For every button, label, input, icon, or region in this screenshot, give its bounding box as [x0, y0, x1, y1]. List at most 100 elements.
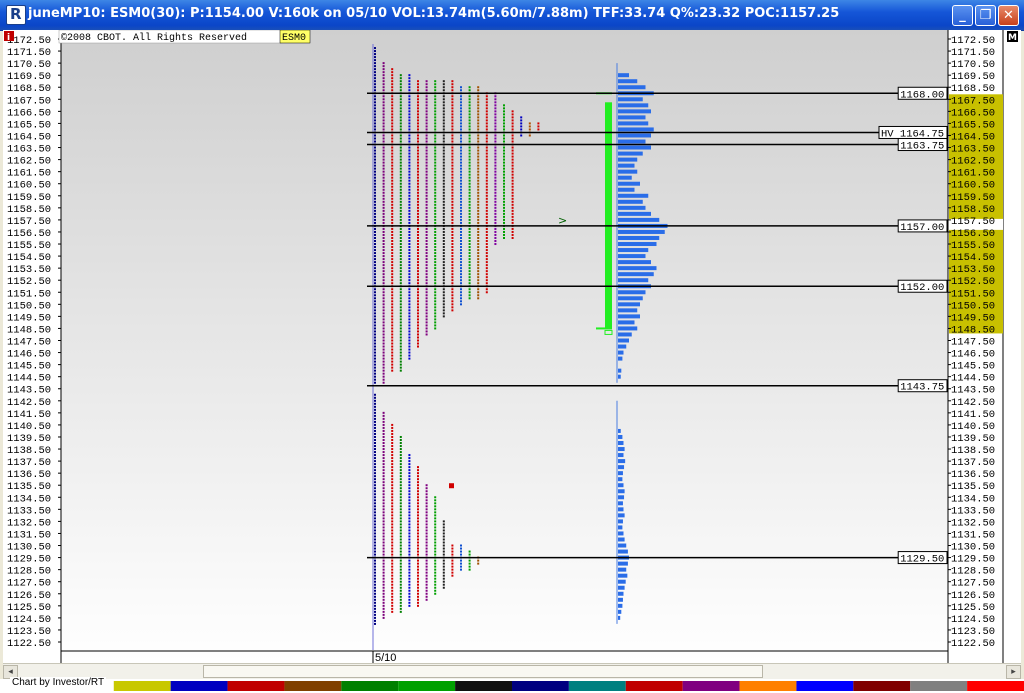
tpo-dot-upper	[451, 288, 454, 291]
tpo-dot-upper	[382, 134, 385, 137]
market-profile-chart[interactable]: 1172.501171.501170.501169.501168.501167.…	[3, 30, 1021, 663]
volume-bar-upper	[618, 169, 638, 174]
scroll-right-icon[interactable]: ▸	[1006, 665, 1021, 679]
tpo-dot-upper	[408, 89, 411, 92]
tpo-dot-upper	[460, 243, 462, 246]
app-logo-icon[interactable]	[6, 5, 26, 25]
tpo-dot-lower	[391, 523, 394, 526]
horizontal-scrollbar[interactable]: ◂ ▸	[3, 663, 1021, 680]
volume-bar-lower	[618, 519, 623, 524]
tpo-dot-upper	[391, 167, 394, 170]
tpo-dot-upper	[520, 116, 523, 119]
tpo-dot-upper	[468, 264, 471, 267]
tpo-dot-lower	[382, 529, 385, 532]
volume-bar-lower	[618, 495, 625, 500]
tpo-dot-upper	[382, 65, 385, 68]
tpo-dot-lower	[391, 529, 394, 532]
tpo-dot-lower	[374, 538, 376, 541]
tpo-dot-upper	[408, 128, 411, 131]
tpo-dot-upper	[382, 327, 385, 330]
tpo-dot-upper	[503, 203, 505, 206]
tpo-dot-upper	[460, 119, 462, 122]
tpo-dot-upper	[485, 233, 488, 236]
tpo-dot-upper	[468, 146, 471, 149]
tpo-dot-upper	[477, 243, 480, 246]
tpo-dot-upper	[399, 128, 402, 131]
tpo-dot-upper	[399, 74, 402, 77]
tpo-dot-upper	[425, 282, 428, 285]
tpo-dot-upper	[374, 324, 376, 327]
tpo-dot-upper	[417, 128, 419, 131]
tpo-dot-upper	[408, 321, 411, 324]
tpo-dot-lower	[451, 559, 454, 562]
tpo-dot-upper	[434, 170, 437, 173]
tpo-dot-lower	[391, 577, 394, 580]
tpo-dot-upper	[494, 197, 497, 200]
tpo-dot-upper	[485, 267, 488, 270]
tpo-dot-upper	[408, 74, 411, 77]
tpo-dot-upper	[391, 89, 394, 92]
tpo-dot-upper	[391, 348, 394, 351]
tpo-dot-upper	[451, 161, 454, 164]
tpo-dot-upper	[442, 125, 445, 128]
tpo-dot-lower	[408, 520, 411, 523]
tpo-dot-upper	[382, 191, 385, 194]
level-label: 1168.00	[900, 89, 944, 101]
tpo-dot-upper	[485, 243, 488, 246]
tpo-dot-upper	[442, 146, 445, 149]
tpo-dot-upper	[451, 246, 454, 249]
tpo-dot-upper	[468, 86, 471, 89]
tpo-dot-upper	[511, 221, 514, 224]
tpo-dot-upper	[468, 119, 471, 122]
tpo-dot-lower	[434, 562, 437, 565]
tpo-dot-upper	[382, 176, 385, 179]
tpo-dot-upper	[485, 128, 488, 131]
tpo-dot-upper	[451, 303, 454, 306]
tpo-dot-upper	[399, 107, 402, 110]
tpo-dot-upper	[374, 98, 376, 101]
tpo-dot-upper	[399, 360, 402, 363]
volume-bar-upper	[618, 157, 638, 162]
tpo-dot-upper	[417, 161, 419, 164]
tpo-dot-upper	[477, 279, 480, 282]
volume-bar-upper	[618, 115, 646, 120]
tpo-dot-upper	[417, 327, 419, 330]
tpo-dot-upper	[417, 212, 419, 215]
tpo-dot-lower	[417, 481, 419, 484]
tpo-dot-upper	[391, 315, 394, 318]
tpo-dot-upper	[477, 221, 480, 224]
tpo-dot-upper	[417, 252, 419, 255]
tpo-dot-upper	[511, 125, 514, 128]
close-button[interactable]: ✕	[998, 5, 1019, 26]
scroll-thumb[interactable]	[203, 665, 763, 678]
tpo-dot-lower	[425, 565, 428, 568]
tpo-dot-upper	[408, 212, 411, 215]
tpo-dot-lower	[382, 559, 385, 562]
tpo-dot-upper	[485, 261, 488, 264]
tpo-dot-upper	[417, 182, 419, 185]
tpo-dot-upper	[408, 318, 411, 321]
level-label: 1129.50	[900, 554, 944, 566]
tpo-dot-upper	[511, 218, 514, 221]
tpo-dot-lower	[408, 535, 411, 538]
tpo-dot-upper	[442, 273, 445, 276]
tpo-dot-lower	[408, 565, 411, 568]
tpo-dot-lower	[417, 487, 419, 490]
tpo-dot-upper	[503, 173, 505, 176]
tpo-dot-lower	[399, 571, 402, 574]
window-titlebar: juneMP10: ESM0(30): P:1154.00 V:160k on …	[0, 0, 1024, 31]
tpo-dot-upper	[477, 270, 480, 273]
tpo-dot-lower	[391, 595, 394, 598]
maximize-button[interactable]: ❐	[975, 5, 996, 26]
tpo-dot-upper	[374, 197, 376, 200]
tpo-dot-upper	[494, 107, 497, 110]
tpo-dot-upper	[374, 74, 376, 77]
volume-bar-upper	[618, 103, 649, 108]
minimize-button[interactable]: _	[952, 5, 973, 26]
tpo-dot-lower	[434, 508, 437, 511]
tpo-dot-upper	[442, 86, 445, 89]
tpo-dot-lower	[425, 484, 428, 487]
tpo-dot-upper	[408, 104, 411, 107]
tpo-dot-upper	[417, 279, 419, 282]
tpo-dot-lower	[391, 493, 394, 496]
